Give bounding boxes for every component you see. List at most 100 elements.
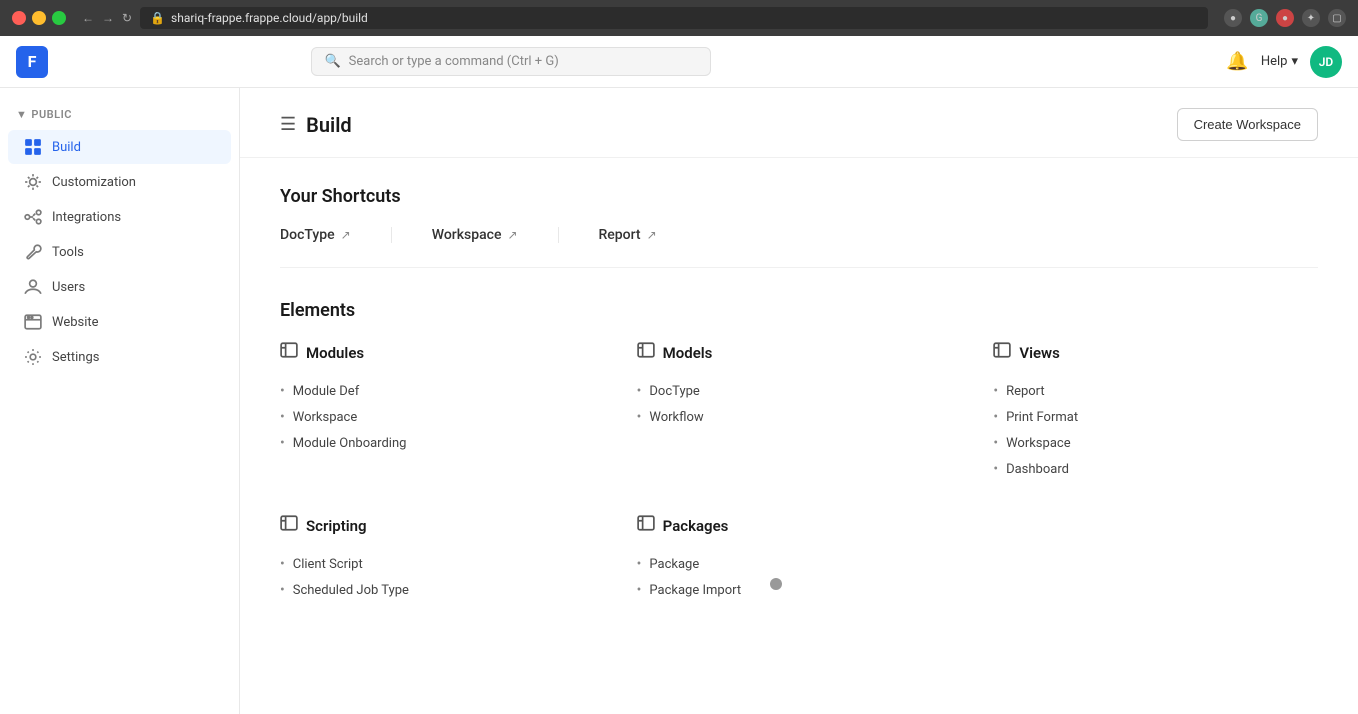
list-item[interactable]: Package Import [637, 577, 962, 603]
list-item[interactable]: Workspace [280, 404, 605, 430]
browser-controls [12, 11, 66, 25]
address-bar[interactable]: 🔒 shariq-frappe.frappe.cloud/app/build [140, 7, 1208, 29]
list-item[interactable]: Module Def [280, 378, 605, 404]
list-item[interactable]: Module Onboarding [280, 430, 605, 456]
models-items: DocType Workflow [637, 378, 962, 430]
help-button[interactable]: Help ▾ [1261, 54, 1298, 69]
shortcut-doctype-label: DocType [280, 227, 335, 243]
shortcut-report-label: Report [599, 227, 641, 243]
page-title-area: ☰ Build [280, 113, 352, 137]
user-avatar[interactable]: JD [1310, 46, 1342, 78]
browser-bar: ← → ↻ 🔒 shariq-frappe.frappe.cloud/app/b… [0, 0, 1358, 36]
sidebar-item-customization[interactable]: Customization [8, 165, 231, 199]
sidebar-item-label-tools: Tools [52, 245, 84, 260]
sidebar-item-settings[interactable]: Settings [8, 340, 231, 374]
sidebar-item-integrations[interactable]: Integrations [8, 200, 231, 234]
list-item[interactable]: Workspace [993, 430, 1318, 456]
app-logo[interactable]: F [16, 46, 48, 78]
list-item[interactable]: Scheduled Job Type [280, 577, 605, 603]
hamburger-icon[interactable]: ☰ [280, 114, 296, 135]
browser-icons: ● G ● ✦ ▢ [1224, 9, 1346, 27]
app-layout: ▼ PUBLIC Build Customization [0, 88, 1358, 714]
tools-icon [24, 243, 42, 261]
models-card-icon [637, 341, 655, 364]
help-chevron-icon: ▾ [1291, 54, 1298, 69]
sidebar-item-label-build: Build [52, 140, 81, 155]
shortcut-workspace-arrow-icon: ↗ [507, 228, 517, 242]
shortcut-report[interactable]: Report ↗ [599, 227, 697, 243]
shortcut-doctype-arrow-icon: ↗ [341, 228, 351, 242]
extension-icon-4[interactable]: ✦ [1302, 9, 1320, 27]
page-title: Build [306, 113, 352, 137]
element-card-scripting-header: Scripting [280, 514, 605, 537]
list-item[interactable]: Print Format [993, 404, 1318, 430]
help-label: Help [1261, 54, 1288, 69]
element-card-models: Models DocType Workflow [637, 341, 962, 482]
elements-title: Elements [280, 300, 1318, 321]
element-card-packages: Packages Package Package Import [637, 514, 962, 603]
modules-card-title: Modules [306, 344, 364, 362]
main-content: ☰ Build Create Workspace Your Shortcuts … [240, 88, 1358, 714]
shortcuts-title: Your Shortcuts [280, 186, 1318, 207]
reload-icon[interactable]: ↻ [122, 11, 132, 25]
models-card-title: Models [663, 344, 713, 362]
list-item[interactable]: Dashboard [993, 456, 1318, 482]
close-btn[interactable] [12, 11, 26, 25]
extension-icon-5[interactable]: ▢ [1328, 9, 1346, 27]
page-header: ☰ Build Create Workspace [240, 88, 1358, 158]
extension-icon-2[interactable]: G [1250, 9, 1268, 27]
sidebar-section-public: ▼ PUBLIC [0, 104, 239, 129]
shortcut-workspace[interactable]: Workspace ↗ [432, 227, 559, 243]
forward-icon[interactable]: → [102, 11, 114, 25]
scripting-card-title: Scripting [306, 517, 367, 535]
build-icon [24, 138, 42, 156]
shortcut-report-arrow-icon: ↗ [647, 228, 657, 242]
shortcut-doctype[interactable]: DocType ↗ [280, 227, 392, 243]
sidebar-item-label-customization: Customization [52, 175, 136, 190]
element-card-modules: Modules Module Def Workspace Module Onbo… [280, 341, 605, 482]
back-icon[interactable]: ← [82, 11, 94, 25]
minimize-btn[interactable] [32, 11, 46, 25]
sidebar-item-build[interactable]: Build [8, 130, 231, 164]
list-item[interactable]: Package [637, 551, 962, 577]
integrations-icon [24, 208, 42, 226]
create-workspace-button[interactable]: Create Workspace [1177, 108, 1318, 141]
extension-icon-1[interactable]: ● [1224, 9, 1242, 27]
packages-items: Package Package Import [637, 551, 962, 603]
extension-icon-3[interactable]: ● [1276, 9, 1294, 27]
element-card-views-header: Views [993, 341, 1318, 364]
url-text: shariq-frappe.frappe.cloud/app/build [171, 11, 368, 25]
sidebar-item-label-users: Users [52, 280, 85, 295]
sidebar-item-label-website: Website [52, 315, 99, 330]
list-item[interactable]: DocType [637, 378, 962, 404]
chevron-down-icon: ▼ [16, 108, 27, 121]
element-card-views: Views Report Print Format Workspace Dash… [993, 341, 1318, 482]
scripting-items: Client Script Scheduled Job Type [280, 551, 605, 603]
elements-grid: Modules Module Def Workspace Module Onbo… [280, 341, 1318, 603]
maximize-btn[interactable] [52, 11, 66, 25]
sidebar: ▼ PUBLIC Build Customization [0, 88, 240, 714]
element-card-scripting: Scripting Client Script Scheduled Job Ty… [280, 514, 605, 603]
sidebar-item-users[interactable]: Users [8, 270, 231, 304]
element-card-modules-header: Modules [280, 341, 605, 364]
search-icon: 🔍 [324, 54, 340, 69]
search-placeholder: Search or type a command (Ctrl + G) [349, 54, 559, 69]
views-card-icon [993, 341, 1011, 364]
packages-card-icon [637, 514, 655, 537]
list-item[interactable]: Workflow [637, 404, 962, 430]
sidebar-item-website[interactable]: Website [8, 305, 231, 339]
notification-bell-icon[interactable]: 🔔 [1226, 51, 1248, 72]
list-item[interactable]: Report [993, 378, 1318, 404]
modules-card-icon [280, 341, 298, 364]
global-search[interactable]: 🔍 Search or type a command (Ctrl + G) [311, 47, 711, 76]
topbar-right: 🔔 Help ▾ JD [1226, 46, 1342, 78]
scripting-card-icon [280, 514, 298, 537]
list-item[interactable]: Client Script [280, 551, 605, 577]
settings-icon [24, 348, 42, 366]
lock-icon: 🔒 [150, 11, 165, 25]
sidebar-item-tools[interactable]: Tools [8, 235, 231, 269]
users-icon [24, 278, 42, 296]
shortcuts-row: DocType ↗ Workspace ↗ Report ↗ [280, 227, 1318, 268]
views-items: Report Print Format Workspace Dashboard [993, 378, 1318, 482]
packages-card-title: Packages [663, 517, 729, 535]
